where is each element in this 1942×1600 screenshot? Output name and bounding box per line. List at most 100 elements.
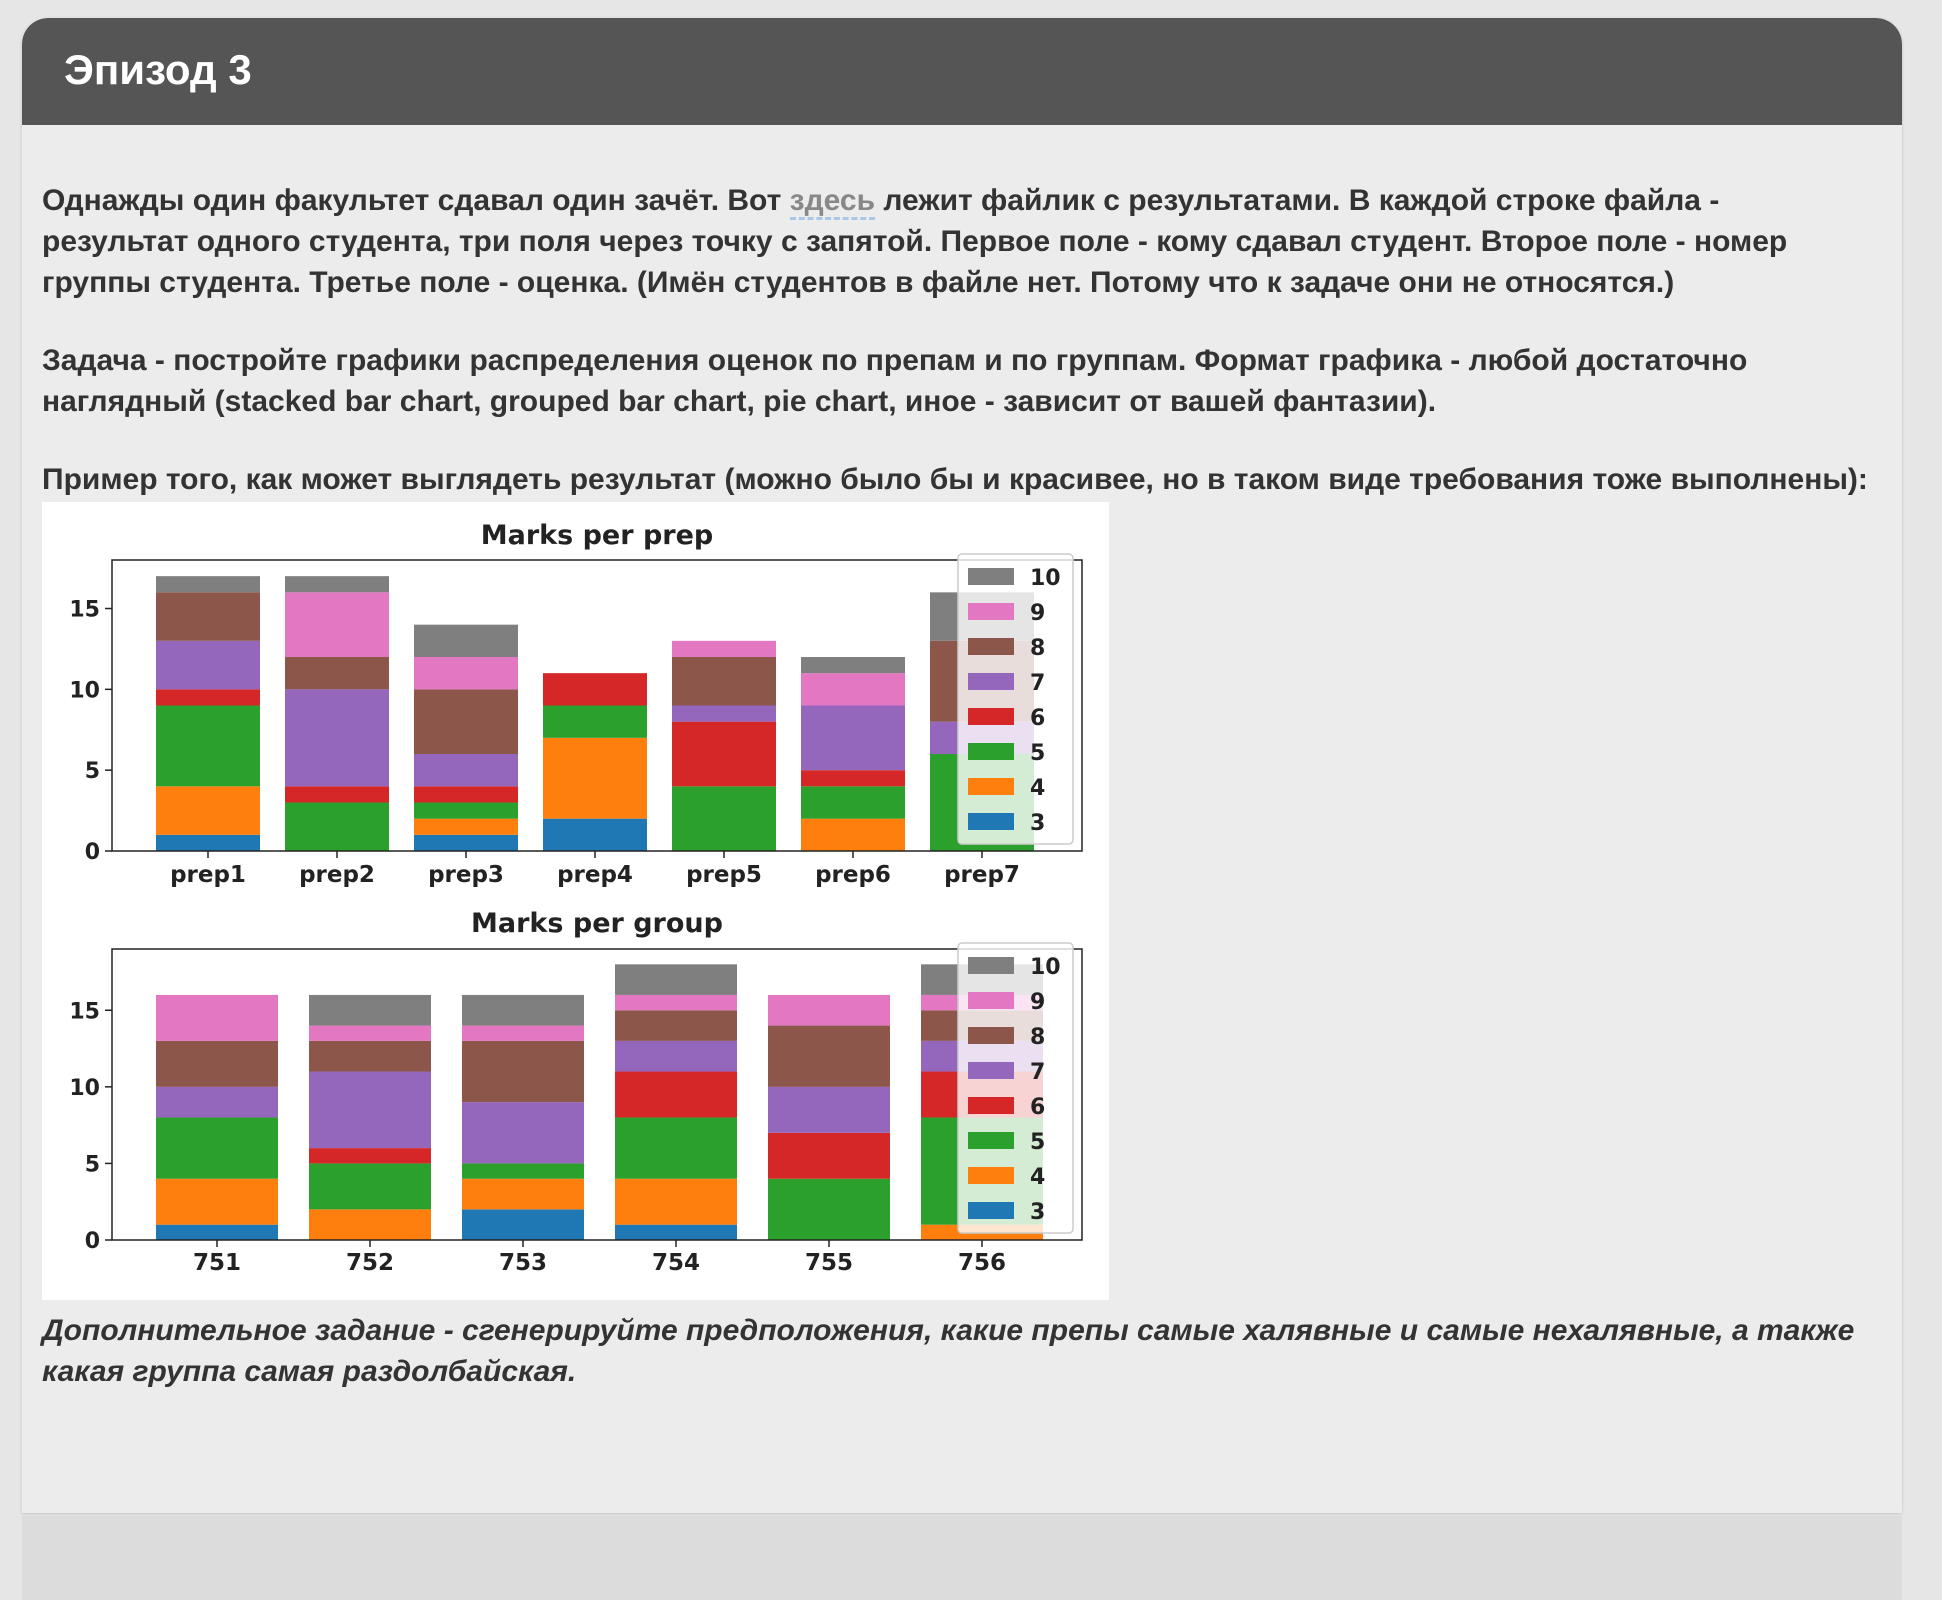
bar-segment-753-9 <box>462 1025 584 1041</box>
intro-paragraph: Однажды один факультет сдавал один зачёт… <box>42 180 1872 303</box>
legend-label: 6 <box>1030 706 1045 731</box>
bar-segment-751-7 <box>156 1086 278 1118</box>
legend: 10 9 8 7 6 5 4 3 <box>957 942 1074 1234</box>
bar-segment-prep1-5 <box>156 705 260 787</box>
bar-segment-752-5 <box>309 1163 431 1210</box>
legend-swatch <box>968 1062 1014 1079</box>
y-tick-label: 0 <box>85 1229 100 1254</box>
example-figure: Marks per prep prep1 prep2 prep3 prep4 prep5 p… <box>42 502 1109 1300</box>
bar-segment-prep5-7 <box>672 705 776 722</box>
bar-segment-prep6-5 <box>801 786 905 819</box>
bar-segment-prep1-8 <box>156 592 260 641</box>
legend-label: 9 <box>1030 990 1045 1015</box>
bar-segment-751-5 <box>156 1117 278 1179</box>
legend-swatch <box>968 1097 1014 1114</box>
legend-swatch <box>968 813 1014 830</box>
x-tick-label: 753 <box>499 1250 547 1276</box>
bar-segment-753-3 <box>462 1209 584 1240</box>
bar-segment-prep3-4 <box>414 818 518 835</box>
legend-label: 5 <box>1030 1130 1045 1155</box>
bar-segment-754-6 <box>615 1071 737 1118</box>
legend-swatch <box>968 673 1014 690</box>
x-tick-label: prep4 <box>557 862 633 888</box>
bar-segment-prep2-9 <box>285 592 389 657</box>
bar-segment-prep3-9 <box>414 657 518 690</box>
x-tick-label: prep7 <box>944 862 1020 888</box>
bar-segment-754-4 <box>615 1178 737 1225</box>
legend-box <box>957 942 1074 1234</box>
y-tick-label: 15 <box>69 999 100 1024</box>
bar-segment-prep4-4 <box>543 737 647 819</box>
bar-segment-prep6-10 <box>801 657 905 674</box>
legend-swatch <box>968 603 1014 620</box>
legend: 10 9 8 7 6 5 4 3 <box>957 553 1074 845</box>
card-header <box>22 18 1902 125</box>
x-tick-label: 755 <box>805 1250 853 1276</box>
y-tick-label: 10 <box>69 1076 100 1101</box>
bar-segment-754-7 <box>615 1040 737 1072</box>
x-tick-label: 756 <box>958 1250 1006 1276</box>
bar-segment-753-7 <box>462 1102 584 1164</box>
x-tick-label: prep3 <box>428 862 504 888</box>
x-tick-label: prep1 <box>170 862 246 888</box>
chart-title: Marks per prep <box>481 520 713 551</box>
legend-swatch <box>968 1202 1014 1219</box>
bar-segment-752-9 <box>309 1025 431 1041</box>
x-tick-label: 751 <box>193 1250 241 1276</box>
bar-segment-751-3 <box>156 1224 278 1240</box>
bar-segment-755-7 <box>768 1086 890 1133</box>
y-tick-label: 15 <box>69 598 100 623</box>
task-content: Однажды один факультет сдавал один зачёт… <box>42 180 1872 1392</box>
legend-swatch <box>968 1167 1014 1184</box>
legend-label: 8 <box>1030 1025 1045 1050</box>
chart-1: Marks per prep prep1 prep2 prep3 prep4 prep5 p… <box>69 520 1083 888</box>
x-tick-label: 754 <box>652 1250 700 1276</box>
results-file-link[interactable]: здесь <box>789 184 876 220</box>
bar-segment-prep3-10 <box>414 624 518 657</box>
legend-label: 3 <box>1030 811 1045 836</box>
example-caption: Пример того, как может выглядеть результ… <box>42 463 1868 496</box>
bar-segment-752-6 <box>309 1148 431 1164</box>
bar-segment-prep2-6 <box>285 786 389 803</box>
bar-segment-755-9 <box>768 994 890 1026</box>
bar-segment-prep3-5 <box>414 802 518 819</box>
episode-title: Эпизод 3 <box>64 46 252 93</box>
extra-task: Дополнительное задание - сгенерируйте пр… <box>42 1314 1855 1388</box>
task-paragraph: Задача - постройте графики распределения… <box>42 344 1748 418</box>
intro-text-before: Однажды один факультет сдавал один зачёт… <box>42 184 790 217</box>
legend-swatch <box>968 568 1014 585</box>
legend-label: 7 <box>1030 1060 1045 1085</box>
bar-segment-755-5 <box>768 1178 890 1240</box>
bar-segment-751-9 <box>156 994 278 1041</box>
bar-segment-prep1-7 <box>156 640 260 690</box>
legend-label: 7 <box>1030 671 1045 696</box>
bar-segment-prep6-4 <box>801 818 905 851</box>
y-tick-label: 10 <box>69 678 100 703</box>
legend-label: 9 <box>1030 601 1045 626</box>
bar-segment-752-10 <box>309 994 431 1026</box>
legend-swatch <box>968 1132 1014 1149</box>
legend-label: 6 <box>1030 1095 1045 1120</box>
bar-segment-753-5 <box>462 1163 584 1179</box>
bar-segment-prep4-5 <box>543 705 647 738</box>
x-tick-label: 752 <box>346 1250 394 1276</box>
legend-label: 5 <box>1030 741 1045 766</box>
legend-swatch <box>968 708 1014 725</box>
legend-swatch <box>968 778 1014 795</box>
bar-segment-prep3-3 <box>414 834 518 851</box>
bar-segment-754-3 <box>615 1224 737 1240</box>
legend-swatch <box>968 638 1014 655</box>
bar-segment-754-5 <box>615 1117 737 1179</box>
bar-segment-prep3-7 <box>414 754 518 787</box>
charts-svg: Marks per prep prep1 prep2 prep3 prep4 prep5 p… <box>69 520 1083 1276</box>
bar-segment-753-4 <box>462 1178 584 1210</box>
bar-segment-prep5-9 <box>672 640 776 657</box>
bar-segment-prep3-8 <box>414 689 518 754</box>
y-tick-label: 5 <box>85 759 100 784</box>
bar-segment-prep1-6 <box>156 689 260 706</box>
chart-2: Marks per group751 752 753 754 755 7560510151… <box>69 908 1083 1276</box>
x-tick-label: prep6 <box>815 862 891 888</box>
y-tick-label: 5 <box>85 1152 100 1177</box>
legend-box <box>957 553 1074 845</box>
legend-label: 4 <box>1030 1165 1045 1190</box>
